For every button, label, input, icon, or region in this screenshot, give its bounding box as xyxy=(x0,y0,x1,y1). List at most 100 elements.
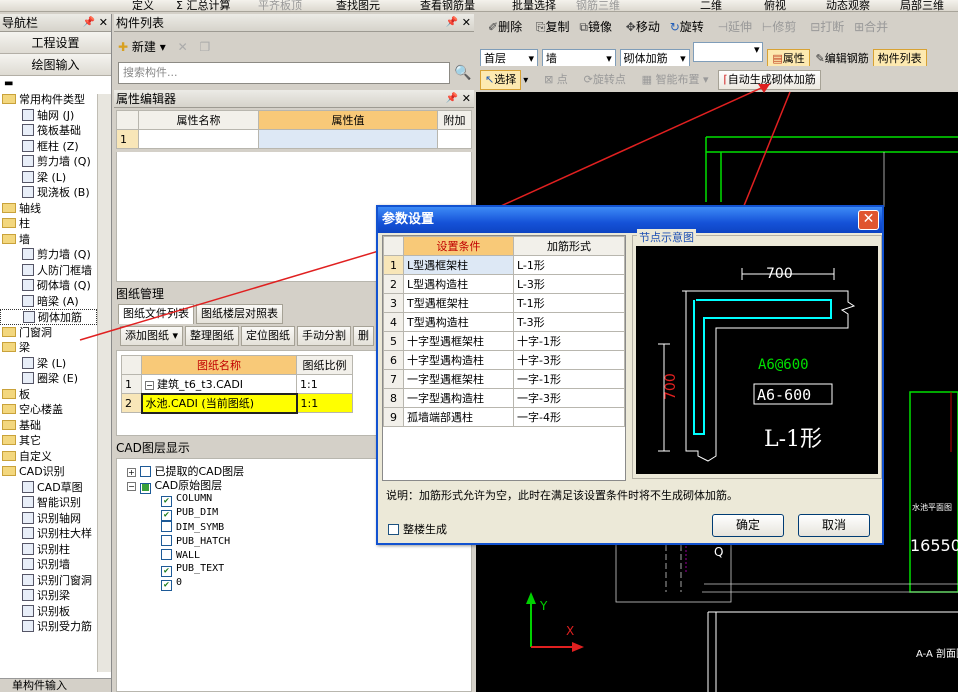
tree-folder[interactable]: 自定义 xyxy=(0,449,97,465)
layer-item[interactable]: ✔ 0 xyxy=(161,577,230,591)
table-row[interactable]: 3 T型遇框架柱 T-1形 xyxy=(383,293,625,313)
nav-scrollbar[interactable] xyxy=(97,94,111,672)
close-icon[interactable]: ✕ xyxy=(462,14,471,31)
table-row[interactable]: 1 − 建筑_t6_t3.CADI 1:1 xyxy=(121,374,353,394)
property-name-cell[interactable] xyxy=(138,129,259,149)
close-icon[interactable]: ✕ xyxy=(99,14,108,31)
2d-button[interactable]: 二维 xyxy=(700,0,722,11)
tree-item[interactable]: 识别轴网 xyxy=(0,511,97,527)
collapse-icon[interactable]: − xyxy=(127,482,136,491)
close-icon[interactable]: ✕ xyxy=(858,210,879,230)
table-row[interactable]: 6 十字型遇构造柱 十字-3形 xyxy=(383,350,625,370)
tree-folder[interactable]: 门窗洞 xyxy=(0,325,97,341)
layer-item[interactable]: WALL xyxy=(161,549,230,563)
checkbox[interactable] xyxy=(161,535,172,546)
cancel-button[interactable]: 取消 xyxy=(798,514,870,537)
tree-folder[interactable]: 柱 xyxy=(0,216,97,232)
subtype-select[interactable]: 砌体加筋 ▾ xyxy=(619,49,690,66)
rotate-button[interactable]: ↻旋转 xyxy=(670,20,704,34)
project-settings-button[interactable]: 工程设置 xyxy=(0,32,111,54)
batch-select-button[interactable]: 批量选择 xyxy=(512,0,556,11)
find-element-button[interactable]: 查找图元 xyxy=(336,0,380,11)
point-button[interactable]: ⊠ 点 xyxy=(544,73,568,86)
flush-slab-button[interactable]: 平齐板顶 xyxy=(258,0,302,11)
rotate-point-button[interactable]: ⟳旋转点 xyxy=(584,73,626,86)
tree-item[interactable]: 圈梁 (E) xyxy=(0,371,97,387)
edit-rebar-button[interactable]: ✎编辑钢筋 xyxy=(816,52,869,65)
local-3d-button[interactable]: 局部三维 xyxy=(900,0,944,11)
manual-split-button[interactable]: 手动分割 xyxy=(297,326,352,346)
extend-button[interactable]: ⊣延伸 xyxy=(718,20,752,34)
tree-item[interactable]: 砌体加筋 xyxy=(0,309,97,325)
view-rebar-button[interactable]: 查看钢筋量 xyxy=(420,0,475,11)
tree-item[interactable]: 现浇板 (B) xyxy=(0,185,97,201)
type-select[interactable]: 墙 ▾ xyxy=(541,49,616,66)
tree-folder[interactable]: 轴线 xyxy=(0,201,97,217)
tree-item[interactable]: 梁 (L) xyxy=(0,170,97,186)
define-button[interactable]: 定义 xyxy=(132,0,154,11)
tree-folder[interactable]: 梁 xyxy=(0,340,97,356)
component-search-input[interactable]: 搜索构件... xyxy=(118,62,450,84)
single-component-input[interactable]: 单构件输入 xyxy=(0,678,111,692)
rebar-3d-button[interactable]: 钢筋三维 xyxy=(576,0,620,11)
checkbox[interactable] xyxy=(161,521,172,532)
tree-item[interactable]: 筏板基础 xyxy=(0,123,97,139)
tree-item[interactable]: 识别梁 xyxy=(0,588,97,604)
table-row[interactable]: 4 T型遇构造柱 T-3形 xyxy=(383,312,625,332)
component-list-button[interactable]: 构件列表 xyxy=(872,49,927,66)
tree-folder[interactable]: 空心楼盖 xyxy=(0,402,97,418)
table-row[interactable]: 5 十字型遇框架柱 十字-1形 xyxy=(383,331,625,351)
pin-icon[interactable]: 📌 xyxy=(446,90,458,107)
tab-drawing-files[interactable]: 图纸文件列表 xyxy=(118,304,194,324)
copy-icon[interactable]: ❐ xyxy=(199,40,210,54)
tree-item[interactable]: 智能识别 xyxy=(0,495,97,511)
layer-item[interactable]: ✔ COLUMN xyxy=(161,493,230,507)
search-icon[interactable]: 🔍 xyxy=(454,62,472,84)
move-button[interactable]: ✥移动 xyxy=(626,20,660,34)
attribute-button[interactable]: ▤属性 xyxy=(767,49,810,66)
checkbox[interactable] xyxy=(388,524,399,535)
smart-layout-button[interactable]: ▦ 智能布置 ▾ xyxy=(642,73,709,86)
tree-item[interactable]: 剪力墙 (Q) xyxy=(0,154,97,170)
tree-item[interactable]: 框柱 (Z) xyxy=(0,139,97,155)
tree-item[interactable]: 识别门窗洞 xyxy=(0,573,97,589)
pin-icon[interactable]: 📌 xyxy=(446,14,458,31)
delete-drawing-button[interactable]: 删 xyxy=(353,326,375,346)
organize-drawing-button[interactable]: 整理图纸 xyxy=(185,326,240,346)
checkbox[interactable]: ✔ xyxy=(161,566,172,577)
close-icon[interactable]: ✕ xyxy=(462,90,471,107)
collapse-icon[interactable]: ▬ xyxy=(0,76,111,92)
new-button[interactable]: 新建 xyxy=(132,40,156,54)
tree-folder[interactable]: 其它 xyxy=(0,433,97,449)
delete-icon[interactable]: ✕ xyxy=(178,40,188,54)
original-layers[interactable]: − CAD原始图层 xyxy=(127,477,222,494)
copy-button[interactable]: ⎘复制 xyxy=(536,20,570,34)
tree-item[interactable]: 识别柱 xyxy=(0,542,97,558)
tree-item[interactable]: 识别墙 xyxy=(0,557,97,573)
table-row[interactable]: 8 一字型遇构造柱 一字-3形 xyxy=(383,388,625,408)
table-row-current[interactable]: 2 水池.CADI (当前图纸) 1:1 xyxy=(121,392,353,414)
layer-item[interactable]: ✔ PUB_TEXT xyxy=(161,563,230,577)
checkbox[interactable]: ✔ xyxy=(161,496,172,507)
checkbox[interactable]: ✔ xyxy=(161,580,172,591)
tree-item[interactable]: 人防门框墙 xyxy=(0,263,97,279)
table-row[interactable]: 1 L型遇框架柱 L-1形 xyxy=(383,255,625,275)
checkbox[interactable] xyxy=(139,466,151,477)
whole-floor-checkbox[interactable]: 整楼生成 xyxy=(388,521,447,537)
layer-item[interactable]: PUB_HATCH xyxy=(161,535,230,549)
property-value-cell[interactable] xyxy=(258,129,438,149)
tree-item[interactable]: 梁 (L) xyxy=(0,356,97,372)
checkbox[interactable]: ✔ xyxy=(161,510,172,521)
layer-item[interactable]: ✔ PUB_DIM xyxy=(161,507,230,521)
table-row[interactable]: 2 L型遇构造柱 L-3形 xyxy=(383,274,625,294)
top-view-button[interactable]: 俯视 xyxy=(764,0,786,11)
locate-drawing-button[interactable]: 定位图纸 xyxy=(241,326,296,346)
add-drawing-button[interactable]: 添加图纸 ▾ xyxy=(120,326,184,346)
dynamic-view-button[interactable]: 动态观察 xyxy=(826,0,870,11)
tab-floor-mapping[interactable]: 图纸楼层对照表 xyxy=(196,304,283,324)
component-select[interactable]: ▾ xyxy=(693,42,764,62)
table-row[interactable]: 7 一字型遇框架柱 一字-1形 xyxy=(383,369,625,389)
trim-button[interactable]: ⊢修剪 xyxy=(762,20,796,34)
ok-button[interactable]: 确定 xyxy=(712,514,784,537)
delete-button[interactable]: ✐删除 xyxy=(488,20,522,34)
